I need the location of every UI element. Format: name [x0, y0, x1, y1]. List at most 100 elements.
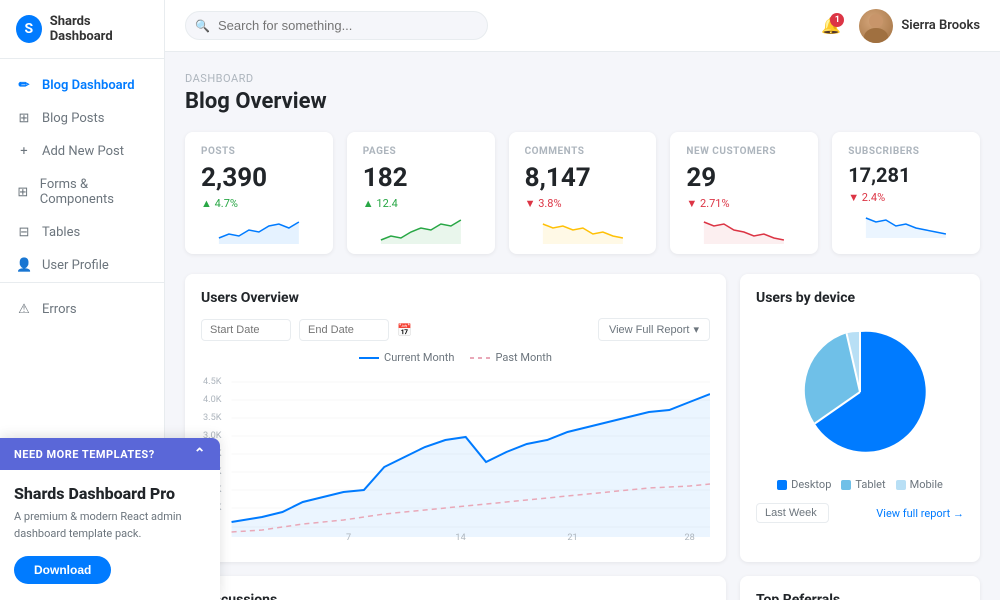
bottom-row: Users Overview 📅 View Full Report ▾ — [185, 274, 980, 562]
chevron-down-icon: ▾ — [693, 323, 699, 336]
header: 🔍 🔔 1 Sierra Brooks — [165, 0, 1000, 52]
sidebar-item-add-post[interactable]: + Add New Post — [0, 135, 164, 168]
sidebar-label-errors: Errors — [42, 302, 77, 317]
stat-value-posts: 2,390 — [201, 163, 317, 193]
stat-label-pages: PAGES — [363, 146, 479, 157]
mobile-label: Mobile — [910, 478, 943, 491]
view-full-report-button[interactable]: View Full Report ▾ — [598, 318, 710, 341]
promo-description: A premium & modern React admin dashboard… — [14, 509, 206, 542]
stat-value-customers: 29 — [686, 163, 802, 193]
app-name: Shards Dashboard — [50, 14, 148, 44]
sidebar: S Shards Dashboard ✏ Blog Dashboard ⊞ Bl… — [0, 0, 165, 600]
legend-desktop: Desktop — [777, 478, 831, 491]
stat-value-comments: 8,147 — [525, 163, 641, 193]
promo-header-text: NEED MORE TEMPLATES? — [14, 448, 155, 461]
main-content: 🔍 🔔 1 Sierra Brooks DASHBOARD Blog Overv… — [165, 0, 1000, 600]
forms-icon: ⊞ — [16, 185, 30, 200]
stat-card-customers: NEW CUSTOMERS 29 ▼ 2.71% — [670, 132, 818, 254]
stat-card-comments: COMMENTS 8,147 ▼ 3.8% — [509, 132, 657, 254]
sidebar-label-forms: Forms & Components — [40, 177, 148, 207]
start-date-input[interactable] — [201, 319, 291, 341]
stat-label-customers: NEW CUSTOMERS — [686, 146, 802, 157]
sparkline-subscribers — [848, 210, 964, 238]
warning-icon: ⚠ — [16, 302, 32, 317]
period-select[interactable]: Last Week Last Month — [756, 503, 829, 523]
notification-badge: 1 — [830, 13, 844, 27]
sidebar-item-blog-posts[interactable]: ⊞ Blog Posts — [0, 102, 164, 135]
sparkline-pages — [363, 216, 479, 244]
promo-collapse-icon[interactable]: ⌃ — [194, 446, 206, 462]
grid-icon: ⊞ — [16, 111, 32, 126]
sidebar-label-user-profile: User Profile — [42, 258, 109, 273]
chart-legend: Current Month Past Month — [201, 351, 710, 364]
svg-text:3.5K: 3.5K — [203, 413, 222, 423]
plus-icon: + — [16, 144, 32, 159]
sidebar-item-user-profile[interactable]: 👤 User Profile — [0, 249, 164, 282]
sidebar-logo[interactable]: S Shards Dashboard — [0, 0, 164, 59]
view-full-report-link[interactable]: View full report → — [876, 507, 964, 520]
referrals-panel: Top Referrals GitHub 19,291 Stack Overfl… — [740, 576, 980, 600]
sidebar-item-tables[interactable]: ⊟ Tables — [0, 216, 164, 249]
breadcrumb: DASHBOARD — [185, 72, 980, 85]
user-menu[interactable]: Sierra Brooks — [859, 9, 980, 43]
promo-popup: NEED MORE TEMPLATES? ⌃ Shards Dashboard … — [0, 438, 220, 600]
user-name: Sierra Brooks — [901, 18, 980, 33]
stat-card-posts: POSTS 2,390 ▲ 4.7% — [185, 132, 333, 254]
sidebar-item-errors[interactable]: ⚠ Errors — [0, 293, 164, 326]
sidebar-nav: ✏ Blog Dashboard ⊞ Blog Posts + Add New … — [0, 59, 164, 438]
sidebar-item-forms[interactable]: ⊞ Forms & Components — [0, 168, 164, 216]
promo-title: Shards Dashboard Pro — [14, 484, 206, 503]
discussions-title: Discussions — [201, 592, 710, 600]
svg-text:14: 14 — [455, 533, 465, 542]
device-legend: Desktop Tablet Mobile — [756, 478, 964, 491]
sidebar-label-tables: Tables — [42, 225, 80, 240]
chart-controls-right: View Full Report ▾ — [598, 318, 710, 341]
avatar-image — [859, 9, 893, 43]
pie-chart — [790, 322, 930, 462]
svg-text:28: 28 — [684, 533, 694, 542]
table-icon: ⊟ — [16, 225, 32, 240]
legend-mobile: Mobile — [896, 478, 943, 491]
stat-value-subscribers: 17,281 — [848, 163, 964, 187]
sidebar-label-blog-dashboard: Blog Dashboard — [42, 78, 135, 93]
svg-text:4.5K: 4.5K — [203, 377, 222, 387]
devices-footer: Last Week Last Month View full report → — [756, 503, 964, 523]
chart-controls: 📅 View Full Report ▾ — [201, 318, 710, 341]
discussions-panel: Discussions John Doe on Hello World!: 3 … — [185, 576, 726, 600]
stat-card-subscribers: SUBSCRIBERS 17,281 ▼ 2.4% — [832, 132, 980, 254]
past-month-line — [470, 357, 490, 359]
promo-body: Shards Dashboard Pro A premium & modern … — [0, 470, 220, 600]
page-content: DASHBOARD Blog Overview POSTS 2,390 ▲ 4.… — [165, 52, 1000, 600]
user-icon: 👤 — [16, 258, 32, 273]
referrals-title: Top Referrals — [756, 592, 964, 600]
stat-change-pages: ▲ 12.4 — [363, 197, 479, 210]
users-chart: 4.5K 4.0K 3.5K 3.0K 2.5K 2.0K 1.5K 1.0K … — [201, 372, 710, 542]
avatar — [859, 9, 893, 43]
sidebar-item-blog-dashboard[interactable]: ✏ Blog Dashboard — [0, 69, 164, 102]
stat-change-posts: ▲ 4.7% — [201, 197, 317, 210]
promo-header: NEED MORE TEMPLATES? ⌃ — [0, 438, 220, 470]
tablet-label: Tablet — [855, 478, 885, 491]
svg-text:21: 21 — [567, 533, 577, 542]
svg-text:4.0K: 4.0K — [203, 395, 222, 405]
sidebar-label-add-post: Add New Post — [42, 144, 124, 159]
stat-value-pages: 182 — [363, 163, 479, 193]
devices-panel: Users by device — [740, 274, 980, 562]
desktop-label: Desktop — [791, 478, 831, 491]
stat-card-pages: PAGES 182 ▲ 12.4 — [347, 132, 495, 254]
legend-past: Past Month — [470, 351, 551, 364]
search-input[interactable] — [185, 11, 488, 40]
notification-bell[interactable]: 🔔 1 — [815, 10, 847, 42]
page-title: Blog Overview — [185, 89, 980, 114]
users-overview-panel: Users Overview 📅 View Full Report ▾ — [185, 274, 726, 562]
svg-text:7: 7 — [346, 533, 351, 542]
end-date-input[interactable] — [299, 319, 389, 341]
search-icon: 🔍 — [195, 19, 210, 33]
stat-cards: POSTS 2,390 ▲ 4.7% PAGES 182 ▲ 12.4 — [185, 132, 980, 254]
promo-download-button[interactable]: Download — [14, 556, 111, 584]
pencil-icon: ✏ — [16, 78, 32, 93]
calendar-icon[interactable]: 📅 — [397, 323, 412, 337]
bottom-row2: Discussions John Doe on Hello World!: 3 … — [185, 576, 980, 600]
stat-label-comments: COMMENTS — [525, 146, 641, 157]
search-wrap: 🔍 — [185, 11, 488, 40]
